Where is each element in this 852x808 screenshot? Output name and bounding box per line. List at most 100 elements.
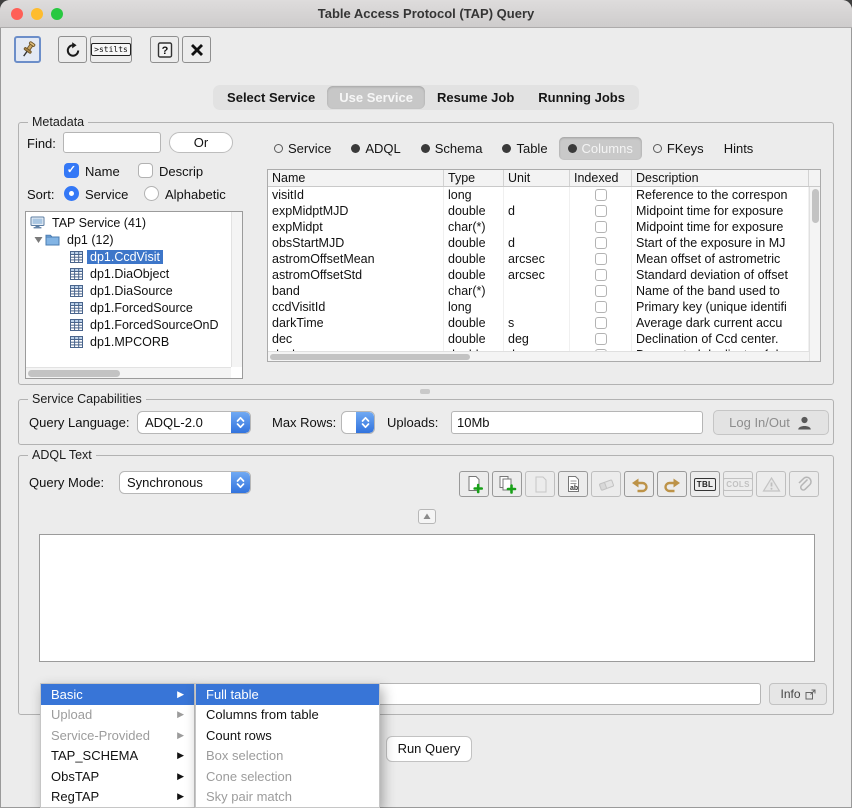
uploads-input[interactable] [451,411,703,434]
copy-query-tab-button[interactable] [492,471,522,497]
view-tab-fkeys[interactable]: FKeys [644,137,713,160]
undo-button[interactable] [624,471,654,497]
tree-vertical-scrollbar[interactable] [231,212,242,367]
splitter-handle[interactable] [420,389,430,394]
tree-item-tap-service-41[interactable]: TAP Service (41) [26,214,242,231]
query-mode-select[interactable]: Synchronous [119,471,251,494]
column-row-expmidpt[interactable]: expMidptchar(*)Midpoint time for exposur… [268,219,820,235]
max-rows-spinner[interactable] [341,411,375,434]
column-row-visitid[interactable]: visitIdlongReference to the correspon [268,187,820,203]
column-row-band[interactable]: bandchar(*)Name of the band used to [268,283,820,299]
close-window-button[interactable] [182,36,211,63]
menu-item-basic[interactable]: Basic▶ [41,684,194,705]
tree-item-dp1-forcedsourceond[interactable]: dp1.ForcedSourceOnD [26,316,242,333]
tab-use-service[interactable]: Use Service [327,86,425,109]
insert-columns-button[interactable]: COLS [723,471,753,497]
parse-errors-button[interactable] [756,471,786,497]
indexed-checkbox[interactable] [595,253,607,265]
column-header-unit[interactable]: Unit [504,170,570,186]
menu-item-regtap[interactable]: RegTAP▶ [41,787,194,808]
find-input[interactable] [63,132,161,153]
reload-button[interactable] [58,36,87,63]
indexed-checkbox[interactable] [595,333,607,345]
run-query-button[interactable]: Run Query [386,736,472,762]
submenu-item-count-rows[interactable]: Count rows [196,725,379,746]
indexed-checkbox[interactable] [595,237,607,249]
indexed-checkbox[interactable] [595,285,607,297]
view-tab-schema[interactable]: Schema [412,137,492,160]
remove-query-tab-button[interactable] [525,471,555,497]
view-tab-adql[interactable]: ADQL [342,137,409,160]
titlebar[interactable]: Table Access Protocol (TAP) Query [0,0,852,28]
close-window-traffic-button[interactable] [11,8,23,20]
indexed-checkbox[interactable] [595,221,607,233]
name-checkbox[interactable]: ✓ [64,163,79,178]
service-tree[interactable]: TAP Service (41)dp1 (12)dp1.CcdVisitdp1.… [25,211,243,379]
tab-running-jobs[interactable]: Running Jobs [526,86,637,109]
submenu-arrow-icon: ▶ [177,709,184,720]
add-query-tab-button[interactable] [459,471,489,497]
tree-item-dp1-diasource[interactable]: dp1.DiaSource [26,282,242,299]
tree-item-dp1-ccdvisit[interactable]: dp1.CcdVisit [26,248,242,265]
view-tab-columns[interactable]: Columns [559,137,642,160]
tree-item-dp1-forcedsource[interactable]: dp1.ForcedSource [26,299,242,316]
adql-text-area[interactable] [39,534,815,662]
clear-text-button[interactable] [591,471,621,497]
scrollbar-thumb[interactable] [270,354,470,360]
submenu-item-full-table[interactable]: Full table [196,684,379,705]
submenu-item-columns-from-table[interactable]: Columns from table [196,705,379,726]
column-header-indexed[interactable]: Indexed [570,170,632,186]
login-button[interactable]: Log In/Out [713,410,829,435]
table-vertical-scrollbar[interactable] [809,187,820,361]
insert-table-button[interactable]: TBL [690,471,720,497]
column-header-description[interactable]: Description [632,170,809,186]
view-tab-service[interactable]: Service [265,137,340,160]
sort-service-label: Service [85,187,128,202]
indexed-checkbox[interactable] [595,317,607,329]
column-row-astromoffsetstd[interactable]: astromOffsetStddoublearcsecStandard devi… [268,267,820,283]
tree-item-dp1-mpcorb[interactable]: dp1.MPCORB [26,333,242,350]
page-plus-icon [465,475,484,494]
pin-window-button[interactable] [14,36,41,63]
query-language-label: Query Language: [29,415,129,430]
column-header-name[interactable]: Name [268,170,444,186]
zoom-window-button[interactable] [51,8,63,20]
column-row-dec[interactable]: decdoubledegDeclination of Ccd center. [268,331,820,347]
fix-text-button[interactable] [789,471,819,497]
column-row-obsstartmjd[interactable]: obsStartMJDdoubledStart of the exposure … [268,235,820,251]
column-row-expmidptmjd[interactable]: expMidptMJDdoubledMidpoint time for expo… [268,203,820,219]
redo-button[interactable] [657,471,687,497]
tab-select-service[interactable]: Select Service [215,86,327,109]
help-button[interactable]: ? [150,36,179,63]
indexed-checkbox[interactable] [595,301,607,313]
tree-item-dp1-diaobject[interactable]: dp1.DiaObject [26,265,242,282]
descrip-checkbox[interactable] [138,163,153,178]
menu-item-tap-schema[interactable]: TAP_SCHEMA▶ [41,746,194,767]
view-tab-hints[interactable]: Hints [715,137,763,160]
indexed-checkbox[interactable] [595,189,607,201]
query-language-select[interactable]: ADQL-2.0 [137,411,251,434]
column-header-type[interactable]: Type [444,170,504,186]
sort-service-radio[interactable] [64,186,79,201]
scrollbar-thumb[interactable] [812,189,819,223]
disclosure-triangle-icon[interactable] [34,235,43,244]
tab-resume-job[interactable]: Resume Job [425,86,526,109]
column-row-ccdvisitid[interactable]: ccdVisitIdlongPrimary key (unique identi… [268,299,820,315]
column-row-darktime[interactable]: darkTimedoublesAverage dark current accu [268,315,820,331]
stilts-help-button[interactable]: >stilts [90,36,132,63]
table-horizontal-scrollbar[interactable] [268,351,809,361]
info-button[interactable]: Info [769,683,827,705]
view-tab-table[interactable]: Table [493,137,556,160]
tree-horizontal-scrollbar[interactable] [26,367,231,378]
toolbar-expander-button[interactable] [418,509,436,524]
or-button[interactable]: Or [169,132,233,153]
menu-item-obstap[interactable]: ObsTAP▶ [41,766,194,787]
indexed-checkbox[interactable] [595,269,607,281]
scrollbar-thumb[interactable] [28,370,120,377]
sort-alphabetic-radio[interactable] [144,186,159,201]
column-row-astromoffsetmean[interactable]: astromOffsetMeandoublearcsecMean offset … [268,251,820,267]
minimize-window-button[interactable] [31,8,43,20]
indexed-checkbox[interactable] [595,205,607,217]
tree-item-dp1-12[interactable]: dp1 (12) [26,231,242,248]
rename-query-tab-button[interactable]: ab [558,471,588,497]
